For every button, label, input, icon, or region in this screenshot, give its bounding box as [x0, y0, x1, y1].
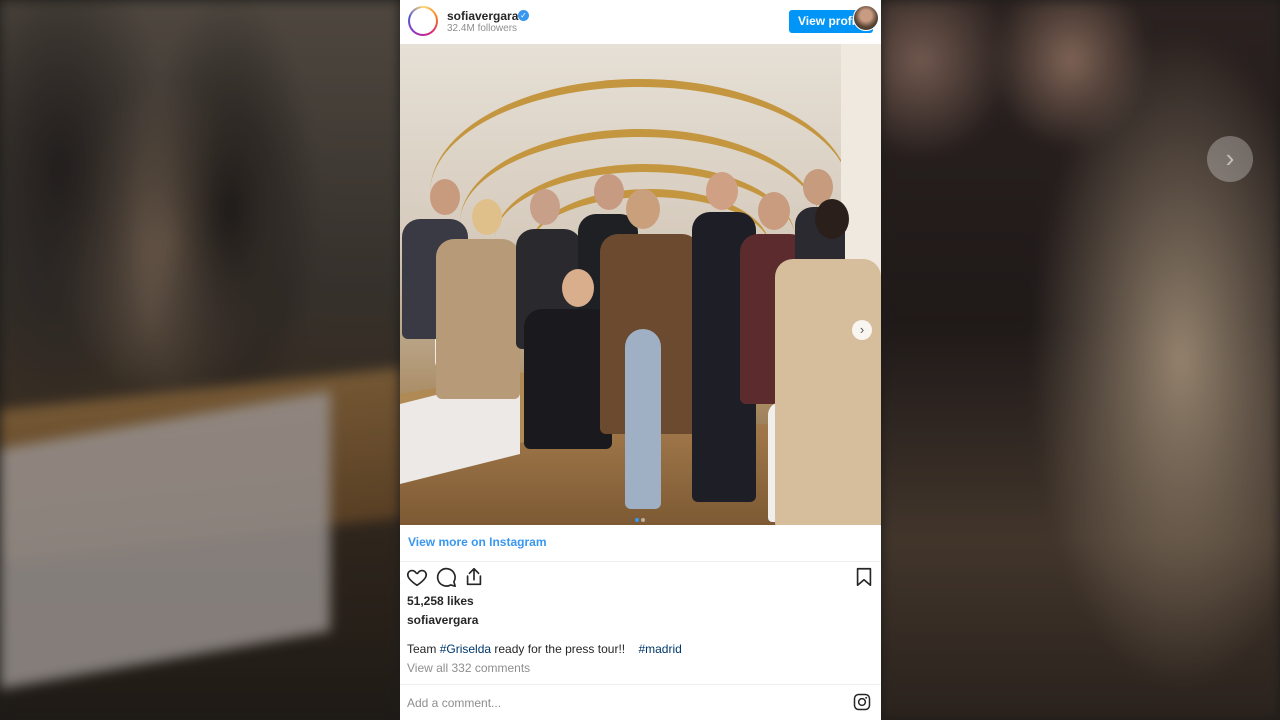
view-more-link[interactable]: View more on Instagram [408, 535, 547, 549]
carousel-dot-active [635, 518, 639, 522]
caption-text: Team [407, 642, 440, 656]
share-icon[interactable] [463, 566, 485, 588]
verified-badge-icon: ✓ [518, 10, 529, 21]
post-photo[interactable]: › [400, 44, 881, 525]
comment-icon[interactable] [435, 566, 457, 588]
carousel-dots [634, 509, 646, 525]
hashtag-link[interactable]: #madrid [638, 642, 681, 656]
post-caption: Team #Griselda ready for the press tour!… [407, 642, 682, 656]
profile-avatar[interactable] [408, 6, 438, 36]
comment-input[interactable]: Add a comment... [407, 696, 501, 710]
divider [400, 561, 881, 562]
caption-text: ready for the press tour!! [491, 642, 639, 656]
header-username[interactable]: sofiavergara [447, 9, 518, 23]
follower-count: 32.4M followers [447, 23, 518, 34]
view-comments-link[interactable]: View all 332 comments [407, 661, 530, 675]
next-slide-chevron-right-icon[interactable]: › [852, 320, 872, 340]
bookmark-icon[interactable] [853, 566, 875, 588]
hashtag-link[interactable]: #Griselda [440, 642, 491, 656]
background-blur-right [881, 0, 1280, 720]
instagram-embed: sofiavergara ✓ 32.4M followers View prof… [400, 0, 881, 720]
viewer-avatar [853, 5, 879, 31]
post-header: sofiavergara ✓ 32.4M followers View prof… [400, 0, 881, 44]
background-blur-left [0, 0, 400, 720]
like-count[interactable]: 51,258 likes [407, 594, 474, 608]
carousel-dot [641, 518, 645, 522]
background-chevron-right-icon: › [1207, 136, 1253, 182]
caption-username[interactable]: sofiavergara [407, 613, 478, 627]
divider [400, 684, 881, 685]
instagram-logo-icon[interactable] [853, 693, 871, 711]
heart-icon[interactable] [406, 566, 428, 588]
